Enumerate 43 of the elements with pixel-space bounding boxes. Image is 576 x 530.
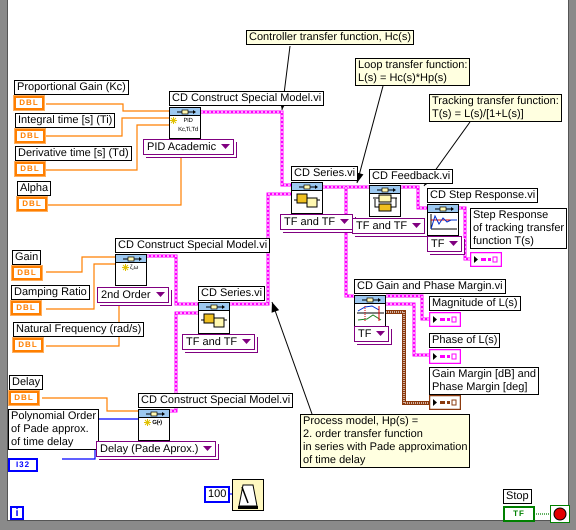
comment-note: Controller transfer function, Hc(s) [246,30,414,45]
ring-constant[interactable]: 2nd Order [97,287,169,303]
control-label: Proportional Gain (Kc) [14,80,129,95]
stop-label: Stop [503,489,532,504]
subvi-label: CD Series.vi [198,286,266,301]
numeric-terminal: DBL [13,338,43,352]
numeric-terminal: DBL [9,391,39,405]
control-label: Damping Ratio [11,285,90,300]
indicator-label: Step Response of tracking transfer function T(s) [470,208,568,249]
loop-iteration-terminal: i [10,506,24,520]
ring-constant[interactable]: TF and TF [280,214,354,230]
subvi-label: CD Construct Special Model.vi [115,238,270,253]
control-label: Gain [12,250,42,265]
control-label: Alpha [17,181,52,196]
numeric-constant: 100 [204,486,230,503]
subvi-label: CD Construct Special Model.vi [138,393,294,408]
ring-constant[interactable]: PID Academic [143,139,234,155]
numeric-terminal: I32 [8,458,38,472]
control-label: Natural Frequency (rad/s) [13,322,144,337]
control-label: Delay [9,375,44,390]
ring-constant[interactable]: TF [427,236,462,252]
control-label: Derivative time [s] (Td) [15,146,132,161]
numeric-terminal: DBL [11,301,41,315]
ring-constant[interactable]: TF and TF [352,218,426,234]
subvi-label: CD Construct Special Model.vi [169,91,324,106]
ring-constant[interactable]: Delay (Pade Aprox.) [96,441,216,457]
subvi-label: CD Gain and Phase Margin.vi [354,279,506,294]
numeric-terminal: DBL [14,96,44,110]
ring-constant[interactable]: TF [354,326,390,342]
comment-note: Process model, Hp(s) = 2. order transfer function in series with Pade approximation of time delay [300,414,470,468]
numeric-terminal: DBL [12,266,42,280]
control-label: Polynomial Order of Pade approx. of time delay [8,409,99,450]
numeric-terminal: DBL [17,197,47,211]
boolean-terminal: TF [503,506,535,522]
subvi-label: CD Step Response.vi [427,188,538,203]
numeric-terminal: DBL [15,129,45,143]
numeric-terminal: DBL [15,162,45,176]
ring-constant[interactable]: TF and TF [182,334,256,350]
comment-note: Loop transfer function: L(s) = Hc(s)*Hp(s) [355,58,470,86]
subvi-label: CD Feedback.vi [369,169,454,184]
subvi-label: CD Series.vi [291,166,358,181]
control-label: Integral time [s] (Ti) [15,113,116,128]
comment-note: Tracking transfer function: T(s) = L(s)/[1+L(s)] [429,94,562,122]
